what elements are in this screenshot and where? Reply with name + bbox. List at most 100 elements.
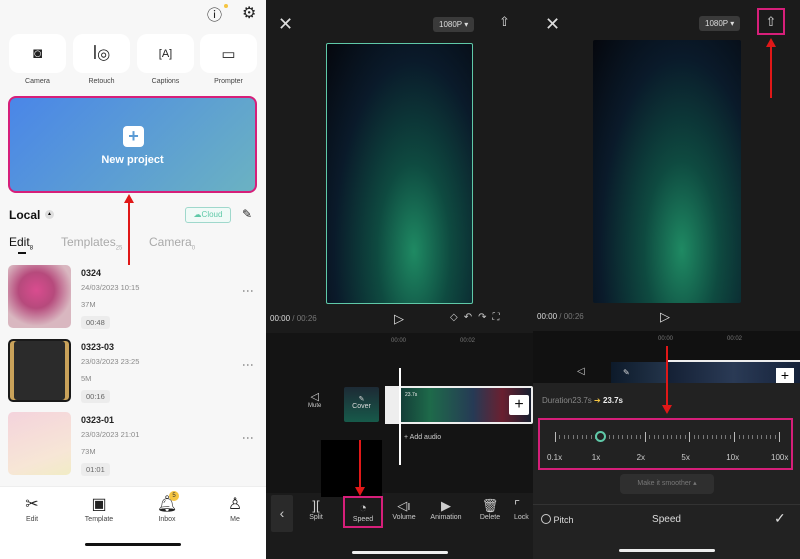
time-current: 00:00 — [270, 314, 291, 323]
back-chevron-button[interactable]: ‹ — [271, 495, 293, 532]
slider-minor-tick — [693, 435, 695, 439]
captions-tool-button[interactable]: [A] — [137, 34, 194, 73]
smoother-label: Make it smoother — [637, 480, 692, 487]
speaker-icon[interactable]: ◁ — [577, 366, 585, 377]
home-indicator — [85, 543, 181, 546]
keyframe-icon[interactable]: ◇ — [450, 312, 464, 323]
delete-label: Delete — [479, 514, 501, 521]
tab-label: Templates — [61, 235, 116, 249]
caret-up-icon[interactable]: ▲ — [45, 210, 54, 219]
help-icon[interactable]: ⓘ — [207, 4, 222, 25]
slider-minor-tick — [613, 435, 615, 439]
nav-me[interactable]: ♙ Me — [210, 494, 260, 523]
export-upload-button[interactable]: ⇧ — [757, 8, 785, 35]
volume-label: Volume — [392, 514, 416, 521]
undo-icon[interactable]: ↶ — [464, 312, 478, 323]
confirm-check-icon[interactable]: ✓ — [774, 510, 786, 527]
playhead[interactable] — [399, 368, 401, 465]
arrow-head — [662, 405, 672, 414]
red-arrow-annotation — [770, 46, 772, 98]
volume-button[interactable]: ◁ı Volume — [384, 498, 424, 521]
slider-minor-tick — [720, 435, 722, 439]
animation-icon: ▶ — [441, 498, 451, 513]
slider-minor-tick — [622, 435, 624, 439]
play-icon[interactable]: ▷ — [660, 309, 670, 325]
edit-pencil-icon[interactable]: ✎ — [242, 207, 252, 221]
speed-label: Speed — [352, 516, 374, 523]
camera-tool-button[interactable]: ◙ — [9, 34, 66, 73]
ruler-tick: 00:02 — [727, 336, 743, 342]
settings-gear-icon[interactable]: ⚙ — [242, 3, 256, 23]
delete-button[interactable]: 🗑︎ Delete — [470, 498, 510, 521]
slider-minor-tick — [581, 435, 583, 439]
tab-count: 0 — [191, 245, 196, 252]
speed-button[interactable]: ◔ Speed — [343, 496, 383, 528]
add-clip-button[interactable]: + — [776, 368, 794, 383]
nav-inbox[interactable]: 🔔︎ Inbox — [142, 494, 192, 523]
speed-slider[interactable] — [555, 431, 780, 443]
slider-minor-tick — [608, 435, 610, 439]
speed-mark-label: 10x — [726, 453, 740, 462]
prompter-tool-button[interactable]: ▭ — [200, 34, 257, 73]
video-preview[interactable] — [326, 43, 473, 304]
close-icon[interactable]: ✕ — [278, 14, 293, 35]
tab-label: Camera — [149, 235, 192, 249]
slider-major-tick — [689, 432, 691, 442]
slider-major-tick — [734, 432, 736, 442]
arrow-head — [766, 38, 776, 47]
black-overlay — [321, 440, 382, 497]
person-icon: ♙ — [227, 496, 243, 513]
retouch-icon: ꟾ◎ — [92, 45, 111, 63]
tab-camera[interactable]: Camera0 — [149, 235, 195, 251]
local-title[interactable]: Local — [9, 208, 40, 222]
arrow-head — [355, 487, 365, 496]
resolution-dropdown[interactable]: 1080P ▾ — [699, 16, 741, 31]
nav-template[interactable]: ▣ Template — [74, 494, 124, 523]
export-upload-icon[interactable]: ⇧ — [499, 14, 510, 30]
slider-minor-tick — [572, 435, 574, 439]
slider-knob[interactable] — [594, 431, 606, 442]
tab-edit[interactable]: Edit8 — [9, 235, 33, 251]
slider-minor-tick — [590, 435, 592, 439]
time-current: 00:00 — [537, 312, 558, 321]
close-icon[interactable]: ✕ — [545, 14, 560, 35]
tab-templates[interactable]: Templates25 — [61, 235, 122, 251]
project-thumbnail — [8, 412, 71, 475]
project-item[interactable]: 0324 24/03/2023 10:15 37M 00:48 ⋮ — [8, 265, 258, 329]
divider — [533, 504, 800, 505]
cover-button[interactable]: ✎ Cover — [344, 387, 379, 422]
resolution-label: 1080P — [439, 20, 462, 29]
cover-thumbnail[interactable]: ✎ — [611, 362, 667, 383]
speed-mark-label: 2x — [636, 453, 646, 462]
cloud-icon: ☁ — [193, 210, 202, 219]
play-icon[interactable]: ▷ — [394, 311, 404, 327]
slider-minor-tick — [765, 435, 767, 439]
cloud-button[interactable]: ☁Cloud — [185, 207, 231, 223]
add-clip-button[interactable]: + — [509, 395, 529, 415]
add-audio-button[interactable]: + Add audio — [404, 434, 441, 441]
project-item[interactable]: 0323-01 23/03/2023 21:01 73M 01:01 ⋮ — [8, 412, 258, 476]
project-item[interactable]: 0323-03 23/03/2023 23:25 5M 00:16 ⋮ — [8, 339, 258, 403]
slider-minor-tick — [635, 435, 637, 439]
fullscreen-icon[interactable]: ⛶ — [492, 312, 505, 323]
slider-major-tick — [779, 432, 780, 442]
animation-button[interactable]: ▶ Animation — [426, 498, 466, 521]
speed-mark-label: 100x — [771, 453, 789, 462]
nav-edit[interactable]: ✂ Edit — [7, 494, 57, 523]
new-project-button[interactable]: + New project — [8, 96, 257, 193]
redo-icon[interactable]: ↷ — [478, 312, 492, 323]
make-smoother-button[interactable]: Make it smoother ▴ — [620, 474, 714, 494]
more-options-icon[interactable]: ⋮ — [241, 432, 255, 444]
home-indicator — [352, 551, 448, 554]
slider-minor-tick — [559, 435, 561, 439]
clip-trim-handle[interactable] — [385, 386, 400, 424]
mute-button[interactable]: ◁ Mute — [308, 390, 321, 409]
resolution-dropdown[interactable]: 1080P ▾ — [433, 17, 475, 32]
retouch-tool-button[interactable]: ꟾ◎ — [73, 34, 130, 73]
project-duration: 00:48 — [81, 316, 110, 329]
nav-label: Template — [84, 516, 114, 523]
more-options-icon[interactable]: ⋮ — [241, 359, 255, 371]
more-options-icon[interactable]: ⋮ — [241, 285, 255, 297]
video-preview[interactable] — [593, 40, 741, 303]
split-button[interactable]: ][Split — [296, 498, 336, 521]
